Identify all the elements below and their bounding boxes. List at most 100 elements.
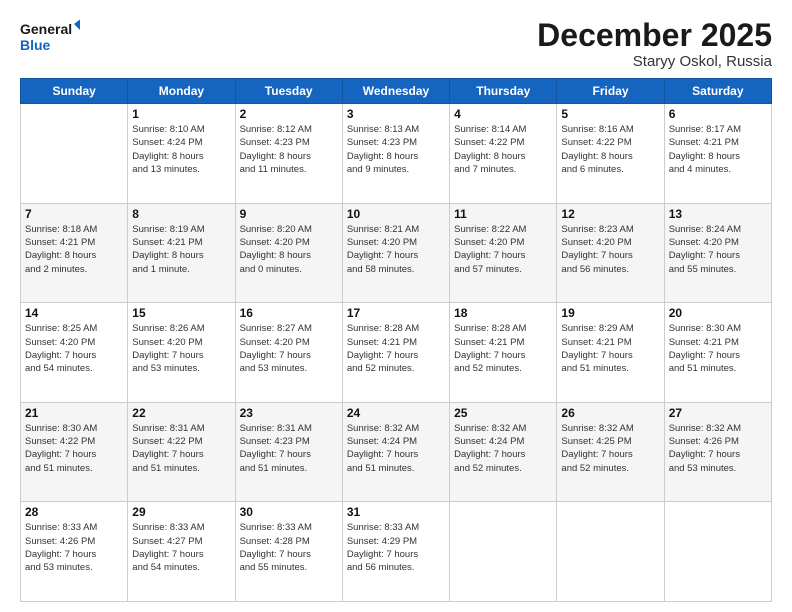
logo-svg: General Blue	[20, 18, 80, 56]
calendar-cell: 16 Sunrise: 8:27 AM Sunset: 4:20 PM Dayli…	[235, 303, 342, 403]
day-number: 7	[25, 207, 123, 221]
calendar-cell: 13Sunrise: 8:24 AM Sunset: 4:20 PM Dayli…	[664, 203, 771, 303]
calendar-cell: 14 Sunrise: 8:25 AM Sunset: 4:20 PM Dayli…	[21, 303, 128, 403]
calendar-cell: 28Sunrise: 8:33 AM Sunset: 4:26 PM Dayli…	[21, 502, 128, 602]
calendar-cell: 19 Sunrise: 8:29 AM Sunset: 4:21 PM Dayli…	[557, 303, 664, 403]
calendar-day-header: Saturday	[664, 79, 771, 104]
day-info: Sunrise: 8:26 AM Sunset: 4:20 PM Dayligh…	[132, 322, 230, 375]
day-info: Sunrise: 8:12 AM Sunset: 4:23 PM Dayligh…	[240, 123, 338, 176]
day-number: 30	[240, 505, 338, 519]
day-info: Sunrise: 8:24 AM Sunset: 4:20 PM Dayligh…	[669, 223, 767, 276]
calendar-cell: 27Sunrise: 8:32 AM Sunset: 4:26 PM Dayli…	[664, 402, 771, 502]
day-number: 8	[132, 207, 230, 221]
calendar-cell: 29Sunrise: 8:33 AM Sunset: 4:27 PM Dayli…	[128, 502, 235, 602]
calendar-cell: 25 Sunrise: 8:32 AM Sunset: 4:24 PM Dayli…	[450, 402, 557, 502]
calendar-cell: 3 Sunrise: 8:13 AM Sunset: 4:23 PM Daylig…	[342, 104, 449, 204]
calendar-cell: 2 Sunrise: 8:12 AM Sunset: 4:23 PM Daylig…	[235, 104, 342, 204]
calendar-day-header: Sunday	[21, 79, 128, 104]
day-info: Sunrise: 8:21 AM Sunset: 4:20 PM Dayligh…	[347, 223, 445, 276]
day-number: 17	[347, 306, 445, 320]
calendar-cell: 30 Sunrise: 8:33 AM Sunset: 4:28 PM Dayli…	[235, 502, 342, 602]
day-info: Sunrise: 8:30 AM Sunset: 4:21 PM Dayligh…	[669, 322, 767, 375]
day-info: Sunrise: 8:32 AM Sunset: 4:26 PM Dayligh…	[669, 422, 767, 475]
month-title: December 2025	[537, 18, 772, 53]
day-info: Sunrise: 8:31 AM Sunset: 4:22 PM Dayligh…	[132, 422, 230, 475]
calendar-cell: 9 Sunrise: 8:20 AM Sunset: 4:20 PM Daylig…	[235, 203, 342, 303]
day-info: Sunrise: 8:20 AM Sunset: 4:20 PM Dayligh…	[240, 223, 338, 276]
calendar-table: SundayMondayTuesdayWednesdayThursdayFrid…	[20, 78, 772, 602]
day-number: 29	[132, 505, 230, 519]
day-info: Sunrise: 8:30 AM Sunset: 4:22 PM Dayligh…	[25, 422, 123, 475]
svg-text:Blue: Blue	[20, 37, 51, 53]
day-info: Sunrise: 8:27 AM Sunset: 4:20 PM Dayligh…	[240, 322, 338, 375]
day-number: 9	[240, 207, 338, 221]
calendar-day-header: Thursday	[450, 79, 557, 104]
calendar-cell: 10Sunrise: 8:21 AM Sunset: 4:20 PM Dayli…	[342, 203, 449, 303]
day-info: Sunrise: 8:32 AM Sunset: 4:24 PM Dayligh…	[454, 422, 552, 475]
calendar-cell	[21, 104, 128, 204]
day-info: Sunrise: 8:14 AM Sunset: 4:22 PM Dayligh…	[454, 123, 552, 176]
calendar-cell: 8 Sunrise: 8:19 AM Sunset: 4:21 PM Daylig…	[128, 203, 235, 303]
day-number: 2	[240, 107, 338, 121]
calendar-day-header: Wednesday	[342, 79, 449, 104]
location: Staryy Oskol, Russia	[537, 53, 772, 70]
calendar-week-row: 21 Sunrise: 8:30 AM Sunset: 4:22 PM Dayli…	[21, 402, 772, 502]
calendar-cell: 21 Sunrise: 8:30 AM Sunset: 4:22 PM Dayli…	[21, 402, 128, 502]
calendar-cell: 4Sunrise: 8:14 AM Sunset: 4:22 PM Daylig…	[450, 104, 557, 204]
day-number: 18	[454, 306, 552, 320]
day-info: Sunrise: 8:32 AM Sunset: 4:24 PM Dayligh…	[347, 422, 445, 475]
day-info: Sunrise: 8:29 AM Sunset: 4:21 PM Dayligh…	[561, 322, 659, 375]
day-info: Sunrise: 8:13 AM Sunset: 4:23 PM Dayligh…	[347, 123, 445, 176]
calendar-cell: 7 Sunrise: 8:18 AM Sunset: 4:21 PM Daylig…	[21, 203, 128, 303]
day-number: 24	[347, 406, 445, 420]
calendar-cell: 15 Sunrise: 8:26 AM Sunset: 4:20 PM Dayli…	[128, 303, 235, 403]
day-info: Sunrise: 8:17 AM Sunset: 4:21 PM Dayligh…	[669, 123, 767, 176]
day-info: Sunrise: 8:31 AM Sunset: 4:23 PM Dayligh…	[240, 422, 338, 475]
day-number: 3	[347, 107, 445, 121]
calendar-week-row: 7 Sunrise: 8:18 AM Sunset: 4:21 PM Daylig…	[21, 203, 772, 303]
calendar-cell: 17 Sunrise: 8:28 AM Sunset: 4:21 PM Dayli…	[342, 303, 449, 403]
day-number: 31	[347, 505, 445, 519]
day-number: 19	[561, 306, 659, 320]
calendar-cell: 5 Sunrise: 8:16 AM Sunset: 4:22 PM Daylig…	[557, 104, 664, 204]
day-info: Sunrise: 8:33 AM Sunset: 4:28 PM Dayligh…	[240, 521, 338, 574]
calendar-week-row: 28Sunrise: 8:33 AM Sunset: 4:26 PM Dayli…	[21, 502, 772, 602]
day-info: Sunrise: 8:33 AM Sunset: 4:29 PM Dayligh…	[347, 521, 445, 574]
calendar-week-row: 14 Sunrise: 8:25 AM Sunset: 4:20 PM Dayli…	[21, 303, 772, 403]
day-info: Sunrise: 8:19 AM Sunset: 4:21 PM Dayligh…	[132, 223, 230, 276]
day-number: 25	[454, 406, 552, 420]
calendar-cell: 31 Sunrise: 8:33 AM Sunset: 4:29 PM Dayli…	[342, 502, 449, 602]
day-number: 1	[132, 107, 230, 121]
day-number: 20	[669, 306, 767, 320]
calendar-cell: 12Sunrise: 8:23 AM Sunset: 4:20 PM Dayli…	[557, 203, 664, 303]
day-number: 15	[132, 306, 230, 320]
calendar-cell: 11Sunrise: 8:22 AM Sunset: 4:20 PM Dayli…	[450, 203, 557, 303]
day-number: 22	[132, 406, 230, 420]
logo: General Blue	[20, 18, 80, 56]
title-block: December 2025 Staryy Oskol, Russia	[537, 18, 772, 70]
calendar-cell: 23 Sunrise: 8:31 AM Sunset: 4:23 PM Dayli…	[235, 402, 342, 502]
calendar-day-header: Monday	[128, 79, 235, 104]
day-number: 5	[561, 107, 659, 121]
day-info: Sunrise: 8:28 AM Sunset: 4:21 PM Dayligh…	[454, 322, 552, 375]
day-info: Sunrise: 8:18 AM Sunset: 4:21 PM Dayligh…	[25, 223, 123, 276]
day-number: 14	[25, 306, 123, 320]
day-number: 16	[240, 306, 338, 320]
calendar-day-header: Friday	[557, 79, 664, 104]
day-number: 23	[240, 406, 338, 420]
page: General Blue December 2025 Staryy Oskol,…	[0, 0, 792, 612]
calendar-day-header: Tuesday	[235, 79, 342, 104]
day-number: 21	[25, 406, 123, 420]
day-info: Sunrise: 8:28 AM Sunset: 4:21 PM Dayligh…	[347, 322, 445, 375]
calendar-cell	[557, 502, 664, 602]
day-info: Sunrise: 8:25 AM Sunset: 4:20 PM Dayligh…	[25, 322, 123, 375]
day-info: Sunrise: 8:16 AM Sunset: 4:22 PM Dayligh…	[561, 123, 659, 176]
day-number: 11	[454, 207, 552, 221]
calendar-cell: 18 Sunrise: 8:28 AM Sunset: 4:21 PM Dayli…	[450, 303, 557, 403]
calendar-cell	[450, 502, 557, 602]
calendar-cell: 22 Sunrise: 8:31 AM Sunset: 4:22 PM Dayli…	[128, 402, 235, 502]
day-number: 26	[561, 406, 659, 420]
day-info: Sunrise: 8:32 AM Sunset: 4:25 PM Dayligh…	[561, 422, 659, 475]
header: General Blue December 2025 Staryy Oskol,…	[20, 18, 772, 70]
day-info: Sunrise: 8:10 AM Sunset: 4:24 PM Dayligh…	[132, 123, 230, 176]
